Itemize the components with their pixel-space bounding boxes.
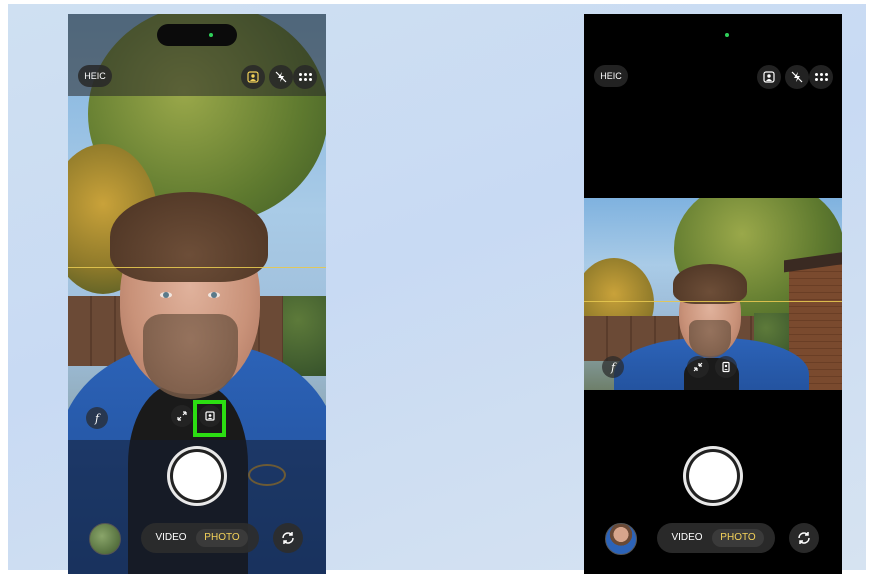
mode-photo[interactable]: PHOTO	[196, 529, 248, 547]
format-label: HEIC	[600, 71, 622, 81]
shutter-button[interactable]	[689, 452, 737, 500]
camera-screen-landscape-frame: HEIC f VIDEO PHOTO	[584, 14, 842, 574]
portrait-mode-icon	[763, 71, 775, 83]
photo-library-thumbnail[interactable]	[605, 523, 637, 555]
mode-video[interactable]: VIDEO	[151, 529, 191, 547]
flash-off-icon	[791, 71, 803, 83]
flash-button[interactable]	[785, 65, 809, 89]
more-options-icon	[814, 73, 828, 81]
flip-camera-icon	[798, 532, 810, 544]
level-guide	[68, 267, 326, 268]
flash-button[interactable]	[269, 65, 293, 89]
highlight-box	[193, 400, 226, 437]
format-label: HEIC	[84, 71, 106, 81]
mode-video[interactable]: VIDEO	[667, 529, 707, 547]
format-button[interactable]: HEIC	[594, 65, 628, 87]
aperture-symbol: f	[610, 360, 616, 374]
level-guide	[584, 301, 842, 302]
aperture-button[interactable]: f	[86, 407, 108, 429]
expand-button[interactable]	[171, 405, 193, 427]
aperture-button[interactable]: f	[602, 356, 624, 378]
camera-screen-portrait-frame: HEIC f VIDEO PHOTO	[68, 14, 326, 574]
aperture-symbol: f	[94, 411, 100, 425]
portrait-mode-icon	[247, 71, 259, 83]
more-options-button[interactable]	[809, 65, 833, 89]
dynamic-island	[157, 24, 237, 46]
flash-off-icon	[275, 71, 287, 83]
camera-in-use-indicator	[209, 33, 213, 37]
photo-library-thumbnail[interactable]	[89, 523, 121, 555]
rotate-frame-icon	[722, 361, 730, 373]
camera-in-use-indicator	[725, 33, 729, 37]
more-options-icon	[298, 73, 312, 81]
mode-photo[interactable]: PHOTO	[712, 529, 764, 547]
collapse-button[interactable]	[687, 356, 709, 378]
mode-switcher: VIDEO PHOTO	[657, 523, 775, 553]
mode-switcher: VIDEO PHOTO	[141, 523, 259, 553]
rotate-frame-button[interactable]	[715, 356, 737, 378]
flip-camera-icon	[282, 532, 294, 544]
format-button[interactable]: HEIC	[78, 65, 112, 87]
flip-camera-button[interactable]	[789, 523, 819, 553]
portrait-mode-button[interactable]	[241, 65, 265, 89]
more-options-button[interactable]	[293, 65, 317, 89]
comparison-background: HEIC f VIDEO PHOTO HEIC f VIDEO PHOTO	[8, 4, 866, 574]
portrait-mode-button[interactable]	[757, 65, 781, 89]
collapse-arrows-icon	[693, 362, 703, 372]
flip-camera-button[interactable]	[273, 523, 303, 553]
shutter-button[interactable]	[173, 452, 221, 500]
expand-arrows-icon	[177, 411, 187, 421]
